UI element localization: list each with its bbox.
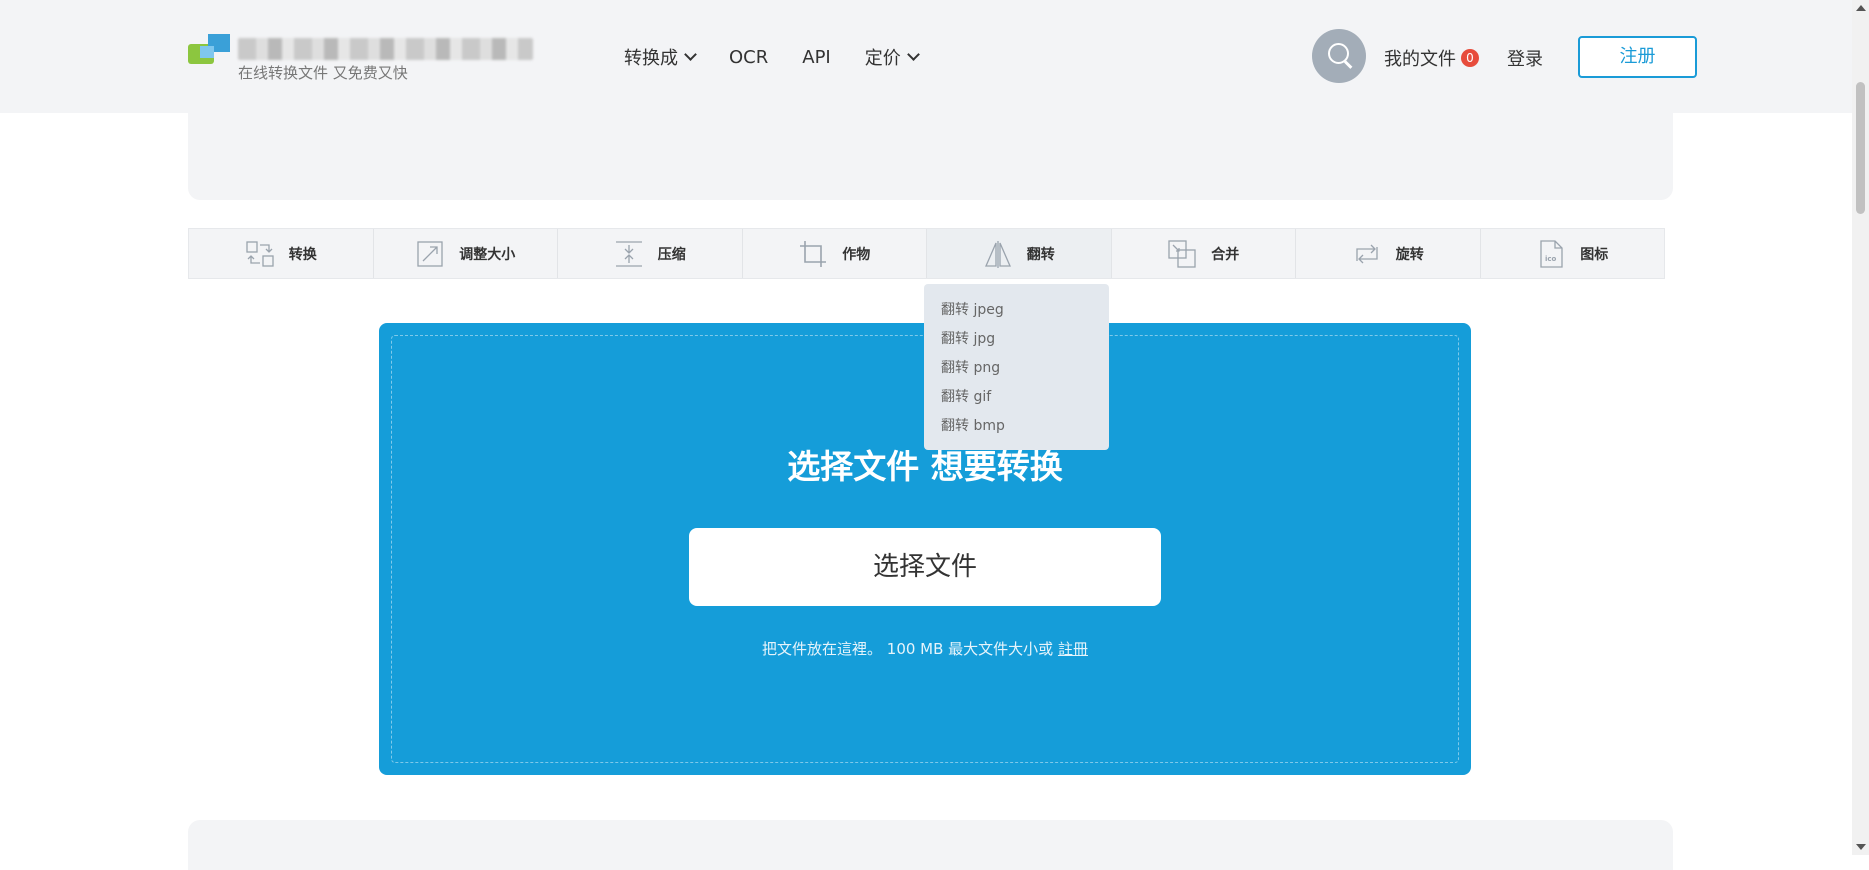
bottom-panel [188,820,1673,870]
banner-area [188,113,1673,200]
file-count-badge: 0 [1461,49,1479,67]
scroll-down-icon[interactable] [1856,844,1866,850]
nav-label: OCR [729,46,769,68]
register-link[interactable]: 註冊 [1058,640,1088,658]
tool-label: 压缩 [657,246,686,263]
flip-jpg-item[interactable]: 翻转 jpg [924,325,1109,354]
tool-merge[interactable]: 合并 [1112,229,1296,278]
search-button[interactable] [1312,29,1366,83]
my-files-label: 我的文件 [1384,49,1456,70]
scroll-thumb[interactable] [1856,82,1865,214]
tool-label: 旋转 [1395,246,1424,263]
nav-label: API [802,46,831,68]
tool-label: 合并 [1211,246,1240,263]
ico-icon: ico [1540,239,1563,268]
nav-convert-to[interactable]: 转换成 [624,44,697,70]
flip-png-item[interactable]: 翻转 png [924,354,1109,383]
tool-label: 调整大小 [459,246,516,263]
flip-gif-item[interactable]: 翻转 gif [924,383,1109,412]
nav-pricing[interactable]: 定价 [864,44,920,70]
flip-icon [984,240,1011,268]
scroll-up-icon[interactable] [1856,5,1866,11]
flip-jpeg-item[interactable]: 翻转 jpeg [924,296,1109,325]
tool-crop[interactable]: 作物 [743,229,927,278]
tools-bar: 转换 调整大小 压缩 作物 翻转 合并 旋转 ico 图标 [188,228,1665,279]
logo-name-blurred [238,38,533,60]
tool-compress[interactable]: 压缩 [558,229,743,278]
chevron-down-icon [684,48,697,61]
nav-label: 定价 [864,48,901,69]
crop-icon [800,240,827,267]
tool-label: 作物 [842,246,871,263]
nav-label: 转换成 [624,48,678,69]
tool-flip[interactable]: 翻转 [927,229,1112,278]
drop-hint: 把文件放在這裡。 100 MB 最大文件大小或 註冊 [379,638,1471,659]
rotate-icon [1356,244,1378,263]
logo-tagline: 在线转换文件 又免费又快 [238,64,408,82]
my-files-link[interactable]: 我的文件 0 [1384,45,1479,71]
flip-dropdown-menu: 翻转 jpeg 翻转 jpg 翻转 png 翻转 gif 翻转 bmp [924,284,1109,450]
chevron-down-icon [906,48,920,61]
svg-text:ico: ico [1545,255,1557,263]
main-nav: 转换成 OCR API 定价 [624,44,952,70]
merge-icon [1168,239,1196,268]
tool-ico[interactable]: ico 图标 [1481,229,1665,278]
choose-file-button[interactable]: 选择文件 [689,528,1161,606]
tool-convert[interactable]: 转换 [189,229,374,278]
tool-label: 翻转 [1026,246,1055,263]
logo-mark-icon [188,34,233,64]
nav-ocr[interactable]: OCR [729,44,768,70]
tool-label: 图标 [1580,246,1609,263]
flip-bmp-item[interactable]: 翻转 bmp [924,412,1109,441]
nav-api[interactable]: API [802,44,830,70]
signup-button[interactable]: 注册 [1578,36,1697,78]
tool-label: 转换 [288,246,317,263]
convert-icon [246,240,274,267]
page-scrollbar[interactable] [1852,0,1869,855]
site-header: 在线转换文件 又免费又快 转换成 OCR API 定价 我的文件 0 登录 注册 [0,0,1852,113]
search-icon-handle [1343,60,1353,69]
drop-hint-text: 把文件放在這裡。 100 MB 最大文件大小或 [762,640,1054,658]
resize-icon [417,240,443,267]
tool-rotate[interactable]: 旋转 [1296,229,1481,278]
compress-icon [615,240,642,267]
login-link[interactable]: 登录 [1507,45,1543,71]
site-logo[interactable]: 在线转换文件 又免费又快 [188,26,534,86]
tool-resize[interactable]: 调整大小 [374,229,558,278]
